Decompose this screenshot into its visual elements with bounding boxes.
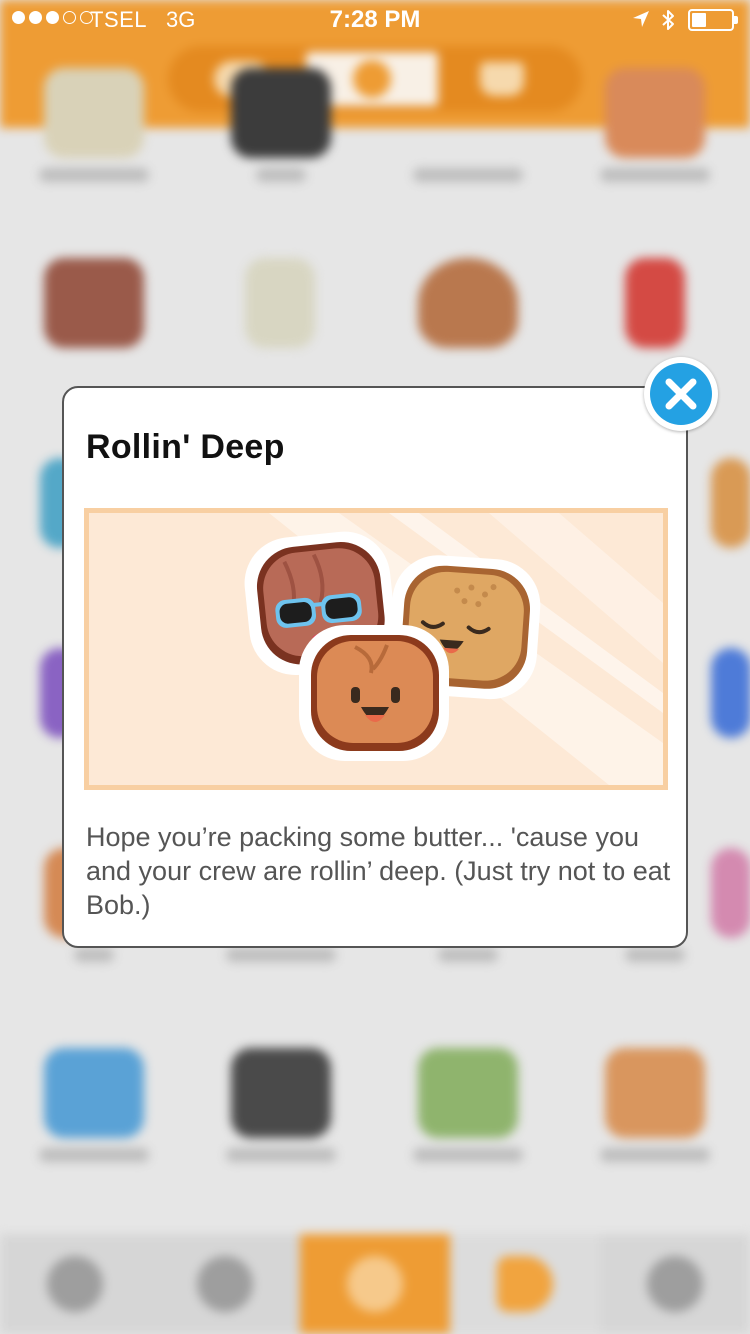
grid-item-label (374, 948, 561, 964)
grid-item[interactable] (374, 68, 561, 268)
achievement-image (84, 508, 668, 790)
tab-friends[interactable] (0, 1234, 150, 1334)
friends-icon (47, 1256, 103, 1312)
grid-item-label (0, 168, 187, 184)
location-arrow-icon (633, 11, 649, 27)
grid-item-thumb (605, 68, 705, 158)
grid-item-thumb (418, 258, 518, 348)
tab-compass[interactable] (300, 1234, 450, 1334)
compass-icon (347, 1256, 403, 1312)
grid-item-label (187, 948, 374, 964)
grid-item-label (187, 168, 374, 184)
profile-icon (647, 1256, 703, 1312)
tab-camera[interactable] (150, 1234, 300, 1334)
grid-item-label (0, 948, 187, 964)
close-x-glyph (665, 378, 697, 410)
grid-item-label (561, 168, 748, 184)
grid-item-thumb (44, 1048, 144, 1138)
grid-item-thumb (605, 1048, 705, 1138)
grid-item-label (561, 1148, 748, 1164)
bluetooth-icon (662, 10, 674, 30)
status-bar: TSEL 3G 7:28 PM (0, 0, 750, 40)
grid-item-thumb (231, 1048, 331, 1138)
grid-item-thumb (231, 68, 331, 158)
grid-item-thumb (418, 1048, 518, 1138)
grid-item[interactable] (187, 1048, 374, 1248)
grid-item-label (561, 948, 748, 964)
grid-item-label (374, 168, 561, 184)
grid-item[interactable] (0, 68, 187, 268)
modal-description: Hope you’re packing some butter... 'caus… (86, 822, 671, 920)
bread-rolls-sticker (244, 513, 663, 785)
grid-item[interactable] (0, 1048, 187, 1248)
grid-item-thumb (711, 648, 750, 738)
grid-item-thumb (44, 258, 144, 348)
grid-item-thumb (245, 258, 315, 348)
stickers-icon (497, 1256, 553, 1312)
grid-item-label (374, 1148, 561, 1164)
modal-title: Rollin' Deep (86, 428, 285, 466)
grid-item-thumb (44, 68, 144, 158)
tab-stickers[interactable] (450, 1234, 600, 1334)
grid-item[interactable] (561, 68, 748, 268)
achievement-modal: Rollin' Deep Hope you’re packing some bu… (62, 386, 688, 948)
battery-icon (688, 9, 738, 31)
grid-item-thumb (711, 848, 750, 938)
grid-item-label (0, 1148, 187, 1164)
grid-item[interactable] (187, 68, 374, 268)
bottom-tab-bar (0, 1234, 750, 1334)
close-button[interactable] (644, 357, 718, 431)
grid-item-thumb (711, 458, 750, 548)
grid-item-thumb (625, 258, 685, 348)
camera-icon (197, 1256, 253, 1312)
grid-item-label (187, 1148, 374, 1164)
grid-item[interactable] (561, 1048, 748, 1248)
tab-profile[interactable] (600, 1234, 750, 1334)
grid-item[interactable] (374, 1048, 561, 1248)
